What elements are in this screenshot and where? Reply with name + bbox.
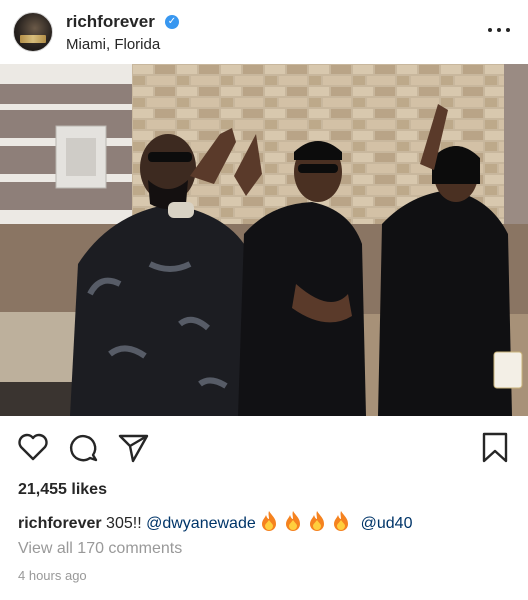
caption: richforever 305!! @dwyanewade @ud40 — [18, 510, 412, 533]
action-bar — [0, 424, 528, 468]
likes-count[interactable]: 21,455 likes — [18, 481, 107, 499]
verified-badge-icon: ✓ — [165, 15, 179, 29]
comment-button[interactable] — [66, 430, 100, 464]
paper-plane-icon — [118, 434, 149, 463]
photo-illustration — [0, 64, 528, 416]
more-options-button[interactable] — [488, 22, 510, 38]
fire-icon — [310, 511, 325, 531]
caption-text: 305!! — [106, 515, 142, 532]
username-link[interactable]: richforever — [66, 12, 155, 32]
post-header: richforever ✓ Miami, Florida — [0, 0, 528, 64]
view-all-comments-link[interactable]: View all 170 comments — [18, 540, 182, 558]
mention-link[interactable]: @dwyanewade — [146, 515, 256, 532]
mention-link[interactable]: @ud40 — [361, 515, 413, 532]
fire-icon — [334, 511, 349, 531]
share-button[interactable] — [116, 430, 150, 464]
comment-icon — [69, 434, 98, 462]
like-button[interactable] — [16, 430, 50, 464]
instagram-post: richforever ✓ Miami, Florida 21,455 like… — [0, 0, 528, 600]
post-timestamp: 4 hours ago — [18, 568, 87, 583]
bookmark-icon — [482, 432, 508, 463]
save-button[interactable] — [478, 430, 512, 464]
heart-icon — [18, 433, 48, 461]
post-photo[interactable] — [0, 64, 528, 416]
caption-username[interactable]: richforever — [18, 515, 102, 532]
location-link[interactable]: Miami, Florida — [66, 36, 160, 53]
fire-emoji-group — [260, 511, 360, 532]
fire-icon — [286, 511, 301, 531]
avatar[interactable] — [13, 12, 53, 52]
fire-icon — [262, 511, 277, 531]
